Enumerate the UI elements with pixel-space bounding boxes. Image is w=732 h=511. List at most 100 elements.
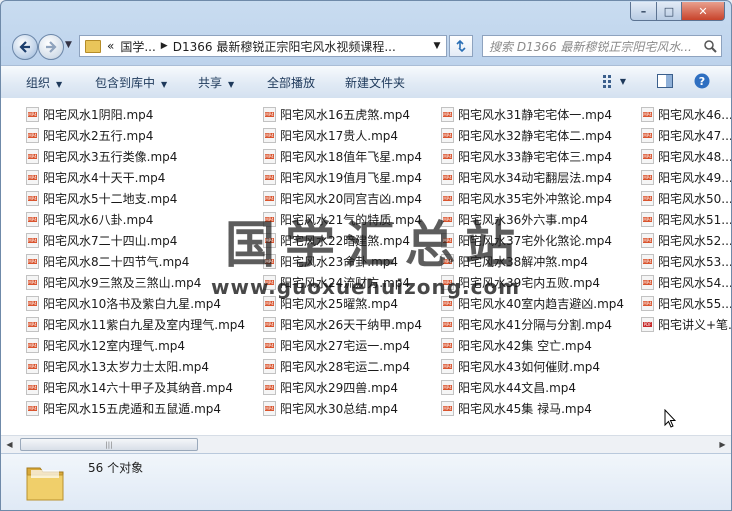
- file-item[interactable]: MP4 阳宅风水2五行.mp4: [26, 125, 153, 145]
- file-item[interactable]: MP4 阳宅风水19值月飞星.mp4: [263, 167, 422, 187]
- file-type-tag: MP4: [28, 384, 37, 390]
- file-item[interactable]: MP4 阳宅风水40室内趋吉避凶.mp4: [441, 293, 624, 313]
- file-item[interactable]: MP4 阳宅风水41分隔与分割.mp4: [441, 314, 612, 334]
- file-item[interactable]: MP4 阳宅风水17贵人.mp4: [263, 125, 398, 145]
- minimize-button[interactable]: –: [630, 2, 657, 21]
- new-folder-button[interactable]: 新建文件夹: [345, 74, 405, 91]
- back-button[interactable]: [12, 34, 38, 60]
- file-name: 阳宅风水52...: [658, 233, 731, 248]
- file-name: 阳宅风水22暗建煞.mp4: [280, 233, 411, 248]
- file-item[interactable]: MP4 阳宅风水37宅外化煞论.mp4: [441, 230, 612, 250]
- search-input[interactable]: 搜索 D1366 最新穆锐正宗阳宅风水...: [482, 35, 722, 57]
- file-item[interactable]: MP4 阳宅风水5十二地支.mp4: [26, 188, 177, 208]
- file-item[interactable]: MP4 阳宅风水36外六事.mp4: [441, 209, 588, 229]
- preview-pane-icon: [657, 74, 673, 88]
- file-item[interactable]: MP4 阳宅风水8二十四节气.mp4: [26, 251, 189, 271]
- close-button[interactable]: ✕: [682, 2, 725, 21]
- file-item[interactable]: MP4 阳宅风水9三煞及三煞山.mp4: [26, 272, 201, 292]
- file-item[interactable]: MP4 阳宅风水30总结.mp4: [263, 398, 398, 418]
- file-item[interactable]: MP4 阳宅风水28宅运二.mp4: [263, 356, 410, 376]
- video-file-icon: MP4: [26, 211, 39, 227]
- chevron-down-icon: ▼: [619, 76, 627, 86]
- file-item[interactable]: MP4 阳宅风水15五虎遁和五鼠遁.mp4: [26, 398, 221, 418]
- file-item[interactable]: MP4 阳宅风水48...: [641, 146, 731, 166]
- file-item[interactable]: MP4 阳宅风水25曜煞.mp4: [263, 293, 398, 313]
- file-item[interactable]: MP4 阳宅风水32静宅宅体二.mp4: [441, 125, 612, 145]
- pdf-file-icon: PDF: [641, 316, 654, 332]
- file-item[interactable]: MP4 阳宅风水21气的特质.mp4: [263, 209, 422, 229]
- file-item[interactable]: MP4 阳宅风水14六十甲子及其纳音.mp4: [26, 377, 233, 397]
- file-item[interactable]: MP4 阳宅风水45集 禄马.mp4: [441, 398, 592, 418]
- file-item[interactable]: MP4 阳宅风水54...: [641, 272, 731, 292]
- file-item[interactable]: MP4 阳宅风水23命卦.mp4: [263, 251, 398, 271]
- address-dropdown-icon[interactable]: ▼: [428, 36, 446, 56]
- breadcrumb-item-guoxue[interactable]: 国学...: [120, 38, 155, 55]
- view-options-button[interactable]: ▼: [599, 73, 629, 89]
- help-button[interactable]: ?: [693, 73, 710, 89]
- file-item[interactable]: MP4 阳宅风水7二十四山.mp4: [26, 230, 177, 250]
- horizontal-scrollbar[interactable]: ◀ ||| ▶: [1, 435, 731, 453]
- file-item[interactable]: MP4 阳宅风水31静宅宅体一.mp4: [441, 104, 612, 124]
- address-bar[interactable]: « 国学... ▶ D1366 最新穆锐正宗阳宅风水视频课程... ▼: [79, 35, 447, 57]
- file-item[interactable]: MP4 阳宅风水42集 空亡.mp4: [441, 335, 592, 355]
- file-item[interactable]: MP4 阳宅风水26天干纳甲.mp4: [263, 314, 422, 334]
- file-type-tag: MP4: [265, 384, 274, 390]
- preview-pane-button[interactable]: [656, 73, 674, 89]
- file-name: 阳宅风水55...: [658, 296, 731, 311]
- breadcrumb-overflow[interactable]: «: [107, 39, 114, 53]
- file-type-tag: MP4: [28, 258, 37, 264]
- file-item[interactable]: MP4 阳宅风水53...: [641, 251, 731, 271]
- forward-button[interactable]: [38, 34, 64, 60]
- file-item[interactable]: MP4 阳宅风水47...: [641, 125, 731, 145]
- file-item[interactable]: MP4 阳宅风水1阴阳.mp4: [26, 104, 153, 124]
- file-item[interactable]: MP4 阳宅风水12室内理气.mp4: [26, 335, 185, 355]
- file-item[interactable]: MP4 阳宅风水52...: [641, 230, 731, 250]
- file-item[interactable]: MP4 阳宅风水6八卦.mp4: [26, 209, 153, 229]
- file-item[interactable]: PDF 阳宅讲义+笔...: [641, 314, 731, 334]
- file-item[interactable]: MP4 阳宅风水29四兽.mp4: [263, 377, 398, 397]
- file-item[interactable]: MP4 阳宅风水33静宅宅体三.mp4: [441, 146, 612, 166]
- breadcrumb-chevron-icon[interactable]: ▶: [161, 41, 168, 51]
- file-name: 阳宅风水1阴阳.mp4: [43, 107, 154, 122]
- search-icon[interactable]: [703, 39, 717, 53]
- file-item[interactable]: MP4 阳宅风水39宅内五败.mp4: [441, 272, 600, 292]
- scroll-right-icon[interactable]: ▶: [714, 436, 731, 453]
- include-in-library-menu[interactable]: 包含到库中 ▼: [95, 74, 167, 91]
- file-item[interactable]: MP4 阳宅风水44文昌.mp4: [441, 377, 576, 397]
- file-item[interactable]: MP4 阳宅风水46...: [641, 104, 731, 124]
- file-type-tag: MP4: [265, 153, 274, 159]
- file-item[interactable]: MP4 阳宅风水55...: [641, 293, 731, 313]
- file-item[interactable]: MP4 阳宅风水16五虎煞.mp4: [263, 104, 410, 124]
- video-file-icon: MP4: [641, 274, 654, 290]
- file-item[interactable]: MP4 阳宅风水34动宅翻层法.mp4: [441, 167, 612, 187]
- file-item[interactable]: MP4 阳宅风水11紫白九星及室内理气.mp4: [26, 314, 245, 334]
- file-item[interactable]: MP4 阳宅风水24流财方.mp4: [263, 272, 410, 292]
- file-item[interactable]: MP4 阳宅风水13太岁力士太阳.mp4: [26, 356, 209, 376]
- file-item[interactable]: MP4 阳宅风水35宅外冲煞论.mp4: [441, 188, 612, 208]
- file-item[interactable]: MP4 阳宅风水49...: [641, 167, 731, 187]
- recent-pages-dropdown[interactable]: ▼: [65, 40, 72, 50]
- file-item[interactable]: MP4 阳宅风水27宅运一.mp4: [263, 335, 410, 355]
- file-item[interactable]: MP4 阳宅风水43如何催财.mp4: [441, 356, 600, 376]
- video-file-icon: MP4: [641, 148, 654, 164]
- file-item[interactable]: MP4 阳宅风水20同宫吉凶.mp4: [263, 188, 422, 208]
- file-item[interactable]: MP4 阳宅风水51...: [641, 209, 731, 229]
- refresh-button[interactable]: [449, 35, 473, 57]
- file-item[interactable]: MP4 阳宅风水4十天干.mp4: [26, 167, 165, 187]
- file-item[interactable]: MP4 阳宅风水3五行类像.mp4: [26, 146, 177, 166]
- scrollbar-thumb[interactable]: |||: [20, 438, 198, 451]
- breadcrumb-item-current[interactable]: D1366 最新穆锐正宗阳宅风水视频课程...: [173, 38, 396, 55]
- share-menu[interactable]: 共享 ▼: [198, 74, 234, 91]
- file-item[interactable]: MP4 阳宅风水22暗建煞.mp4: [263, 230, 410, 250]
- file-item[interactable]: MP4 阳宅风水18值年飞星.mp4: [263, 146, 422, 166]
- file-name: 阳宅风水16五虎煞.mp4: [280, 107, 411, 122]
- file-item[interactable]: MP4 阳宅风水10洛书及紫白九星.mp4: [26, 293, 221, 313]
- maximize-button[interactable]: □: [657, 2, 682, 21]
- scroll-left-icon[interactable]: ◀: [1, 436, 18, 453]
- play-all-button[interactable]: 全部播放: [267, 74, 315, 91]
- file-item[interactable]: MP4 阳宅风水38解冲煞.mp4: [441, 251, 588, 271]
- file-type-tag: MP4: [643, 258, 652, 264]
- file-item[interactable]: MP4 阳宅风水50...: [641, 188, 731, 208]
- organize-menu[interactable]: 组织 ▼: [26, 74, 62, 91]
- help-icon: ?: [694, 73, 709, 89]
